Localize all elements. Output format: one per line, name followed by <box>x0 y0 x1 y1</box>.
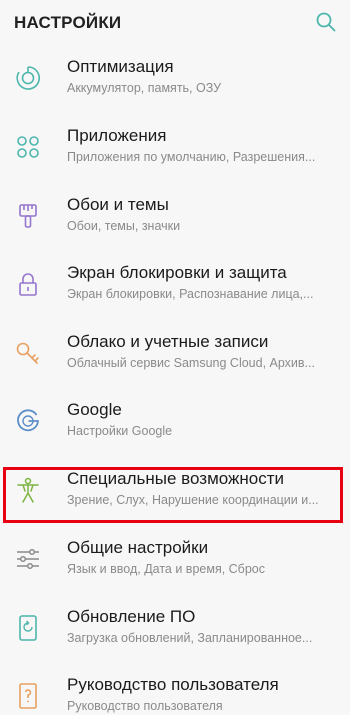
manual-icon <box>13 681 43 711</box>
item-title: Обновление ПО <box>67 607 196 626</box>
item-subtitle: Руководство пользователя <box>67 699 223 713</box>
item-title: Специальные возможности <box>67 469 285 488</box>
settings-item-general[interactable]: Общие настройки Язык и ввод, Дата и врем… <box>0 525 350 593</box>
item-subtitle: Загрузка обновлений, Запланированное... <box>67 631 313 645</box>
brush-icon <box>13 201 43 231</box>
update-icon <box>13 613 43 643</box>
item-title: Экран блокировки и защита <box>67 263 287 282</box>
settings-item-optimization[interactable]: Оптимизация Аккумулятор, память, ОЗУ <box>0 44 350 112</box>
item-subtitle: Экран блокировки, Распознавание лица,... <box>67 287 314 301</box>
search-button[interactable] <box>314 10 338 34</box>
item-title: Оптимизация <box>67 57 174 76</box>
item-subtitle: Настройки Google <box>67 424 173 438</box>
settings-item-google[interactable]: Google Настройки Google <box>0 387 350 455</box>
lock-icon <box>13 269 43 299</box>
item-subtitle: Аккумулятор, память, ОЗУ <box>67 81 222 95</box>
settings-screen: НАСТРОЙКИ Оптимизация Аккумулятор, памят… <box>0 0 350 715</box>
settings-item-wallpapers[interactable]: Обои и темы Обои, темы, значки <box>0 182 350 250</box>
item-title: Приложения <box>67 126 167 145</box>
settings-item-lockscreen[interactable]: Экран блокировки и защита Экран блокиров… <box>0 250 350 318</box>
settings-item-accessibility[interactable]: Специальные возможности Зрение, Слух, На… <box>0 456 350 524</box>
header: НАСТРОЙКИ <box>0 0 350 44</box>
settings-item-software-update[interactable]: Обновление ПО Загрузка обновлений, Запла… <box>0 594 350 662</box>
item-subtitle: Приложения по умолчанию, Разрешения... <box>67 150 316 164</box>
settings-item-apps[interactable]: Приложения Приложения по умолчанию, Разр… <box>0 113 350 181</box>
item-subtitle: Обои, темы, значки <box>67 219 181 233</box>
item-subtitle: Язык и ввод, Дата и время, Сброс <box>67 562 265 576</box>
google-icon <box>13 406 43 436</box>
optimization-icon <box>13 63 43 93</box>
accessibility-icon <box>13 475 43 505</box>
item-title: Обои и темы <box>67 195 169 214</box>
item-title: Общие настройки <box>67 538 209 557</box>
settings-item-user-manual[interactable]: Руководство пользователя Руководство пол… <box>0 662 350 715</box>
settings-item-cloud-accounts[interactable]: Облако и учетные записи Облачный сервис … <box>0 319 350 387</box>
item-subtitle: Зрение, Слух, Нарушение координации и... <box>67 493 319 507</box>
search-icon <box>316 12 336 32</box>
sliders-icon <box>13 544 43 574</box>
apps-icon <box>13 132 43 162</box>
item-title: Руководство пользователя <box>67 675 279 694</box>
item-title: Облако и учетные записи <box>67 332 269 351</box>
item-subtitle: Облачный сервис Samsung Cloud, Архив... <box>67 356 315 370</box>
key-icon <box>13 338 43 368</box>
item-title: Google <box>67 400 122 419</box>
page-title: НАСТРОЙКИ <box>14 13 122 32</box>
